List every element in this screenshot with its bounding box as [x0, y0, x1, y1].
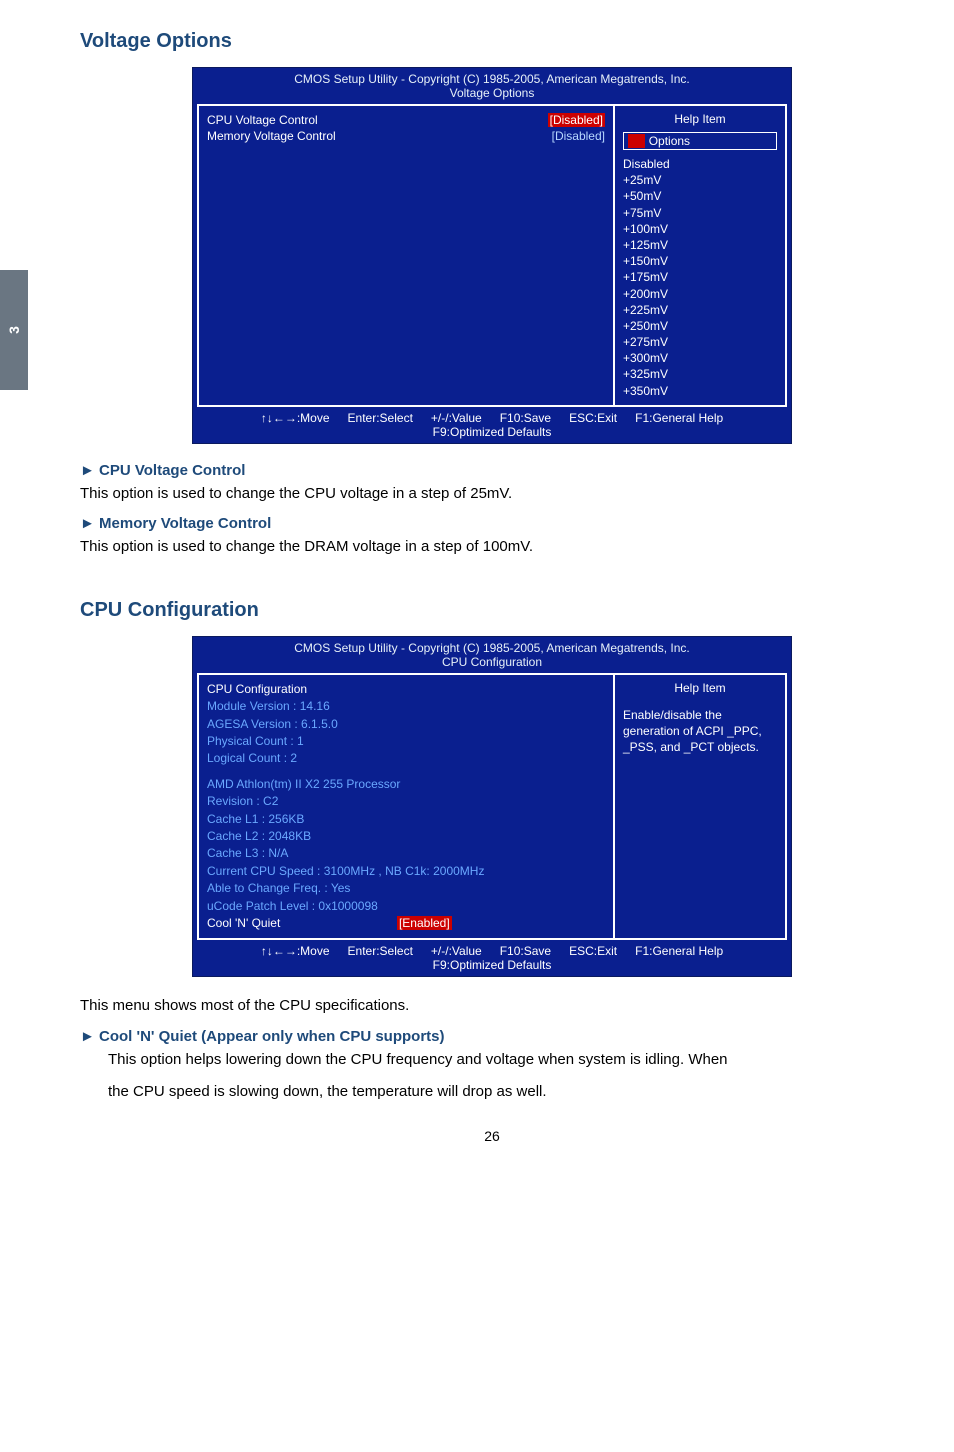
options-list: Disabled +25mV +50mV +75mV +100mV +125mV…	[623, 156, 777, 399]
opt-item: +150mV	[623, 253, 777, 269]
foot-f9: F9:Optimized Defaults	[201, 958, 783, 972]
foot-value: +/-/:Value	[431, 411, 482, 425]
bios-row-memory-voltage: Memory Voltage Control [Disabled]	[207, 128, 605, 144]
help-item-header: Help Item	[623, 112, 777, 126]
cfg-line: Logical Count : 2	[207, 750, 605, 767]
cpu-voltage-label: CPU Voltage Control	[207, 113, 318, 127]
opt-item: +250mV	[623, 318, 777, 334]
options-header: Options	[623, 132, 777, 150]
cool-n-quiet-label: Cool 'N' Quiet	[207, 916, 280, 930]
opt-item: +325mV	[623, 366, 777, 382]
opt-item: +200mV	[623, 286, 777, 302]
section-title-cpu: CPU Configuration	[80, 599, 904, 622]
section-title-voltage: Voltage Options	[80, 30, 904, 53]
foot-f1: F1:General Help	[635, 944, 723, 958]
foot-value: +/-/:Value	[431, 944, 482, 958]
bios-title-line1: CMOS Setup Utility - Copyright (C) 1985-…	[193, 72, 791, 86]
cfg-line: Revision : C2	[207, 793, 605, 810]
memory-voltage-label: Memory Voltage Control	[207, 129, 336, 143]
cpu-voltage-value: [Disabled]	[548, 113, 605, 127]
cfg-line: Cache L3 : N/A	[207, 845, 605, 862]
help-text: Enable/disable the generation of ACPI _P…	[623, 707, 777, 756]
foot-enter: Enter:Select	[348, 411, 413, 425]
cfg-line: Cache L1 : 256KB	[207, 811, 605, 828]
help-item-header: Help Item	[623, 681, 777, 695]
opt-item: +75mV	[623, 205, 777, 221]
item-cpu-voltage-text: This option is used to change the CPU vo…	[80, 483, 904, 506]
bios-title: CMOS Setup Utility - Copyright (C) 1985-…	[193, 68, 791, 104]
cfg-line: Module Version : 14.16	[207, 698, 605, 715]
foot-move: ↑↓←→:Move	[261, 944, 330, 958]
item-memory-voltage-text: This option is used to change the DRAM v…	[80, 536, 904, 559]
cool-n-quiet-value: [Enabled]	[397, 916, 452, 930]
item-cool-n-quiet-text1: This option helps lowering down the CPU …	[108, 1049, 904, 1072]
foot-f1: F1:General Help	[635, 411, 723, 425]
page-number: 26	[80, 1128, 904, 1144]
cfg-line: CPU Configuration	[207, 681, 605, 698]
opt-item: +100mV	[623, 221, 777, 237]
opt-item: +50mV	[623, 188, 777, 204]
foot-save: F10:Save	[500, 411, 551, 425]
opt-item: +125mV	[623, 237, 777, 253]
bios-left-panel: CPU Configuration Module Version : 14.16…	[199, 675, 615, 938]
bios-title: CMOS Setup Utility - Copyright (C) 1985-…	[193, 637, 791, 673]
foot-f9: F9:Optimized Defaults	[201, 425, 783, 439]
item-memory-voltage-control: ► Memory Voltage Control	[80, 515, 904, 532]
cfg-line: AMD Athlon(tm) II X2 255 Processor	[207, 776, 605, 793]
foot-save: F10:Save	[500, 944, 551, 958]
cfg-line-cool-n-quiet: Cool 'N' Quiet [Enabled]	[207, 915, 605, 932]
cfg-line: Able to Change Freq. : Yes	[207, 880, 605, 897]
opt-item: +350mV	[623, 383, 777, 399]
bios-cpu-box: CMOS Setup Utility - Copyright (C) 1985-…	[192, 636, 792, 977]
bios-footer: ↑↓←→:Move Enter:Select +/-/:Value F10:Sa…	[193, 940, 791, 976]
chapter-number: 3	[6, 326, 22, 334]
opt-item: +175mV	[623, 269, 777, 285]
bios-title-line2: Voltage Options	[193, 86, 791, 100]
foot-esc: ESC:Exit	[569, 411, 617, 425]
bios-voltage-box: CMOS Setup Utility - Copyright (C) 1985-…	[192, 67, 792, 444]
bios-title-line2: CPU Configuration	[193, 655, 791, 669]
foot-enter: Enter:Select	[348, 944, 413, 958]
cfg-line: AGESA Version : 6.1.5.0	[207, 716, 605, 733]
opt-item: +25mV	[623, 172, 777, 188]
options-label: Options	[649, 134, 690, 148]
foot-move: ↑↓←→:Move	[261, 411, 330, 425]
cfg-line: Physical Count : 1	[207, 733, 605, 750]
foot-esc: ESC:Exit	[569, 944, 617, 958]
chapter-tab: 3	[0, 270, 28, 390]
memory-voltage-value: [Disabled]	[552, 129, 605, 143]
cfg-line: Cache L2 : 2048KB	[207, 828, 605, 845]
cpu-desc-text: This menu shows most of the CPU specific…	[80, 995, 904, 1018]
opt-item: +275mV	[623, 334, 777, 350]
opt-item: Disabled	[623, 156, 777, 172]
cfg-line: Current CPU Speed : 3100MHz , NB C1k: 20…	[207, 863, 605, 880]
bios-footer: ↑↓←→:Move Enter:Select +/-/:Value F10:Sa…	[193, 407, 791, 443]
bios-title-line1: CMOS Setup Utility - Copyright (C) 1985-…	[193, 641, 791, 655]
item-cpu-voltage-control: ► CPU Voltage Control	[80, 462, 904, 479]
item-cool-n-quiet: ► Cool 'N' Quiet (Appear only when CPU s…	[80, 1028, 904, 1045]
bios-left-panel: CPU Voltage Control [Disabled] Memory Vo…	[199, 106, 615, 405]
item-cool-n-quiet-text2: the CPU speed is slowing down, the tempe…	[108, 1081, 904, 1104]
bios-right-panel: Help Item Enable/disable the generation …	[615, 675, 785, 938]
cfg-line: uCode Patch Level : 0x1000098	[207, 898, 605, 915]
opt-item: +225mV	[623, 302, 777, 318]
bios-right-panel: Help Item Options Disabled +25mV +50mV +…	[615, 106, 785, 405]
bios-row-cpu-voltage: CPU Voltage Control [Disabled]	[207, 112, 605, 128]
opt-item: +300mV	[623, 350, 777, 366]
